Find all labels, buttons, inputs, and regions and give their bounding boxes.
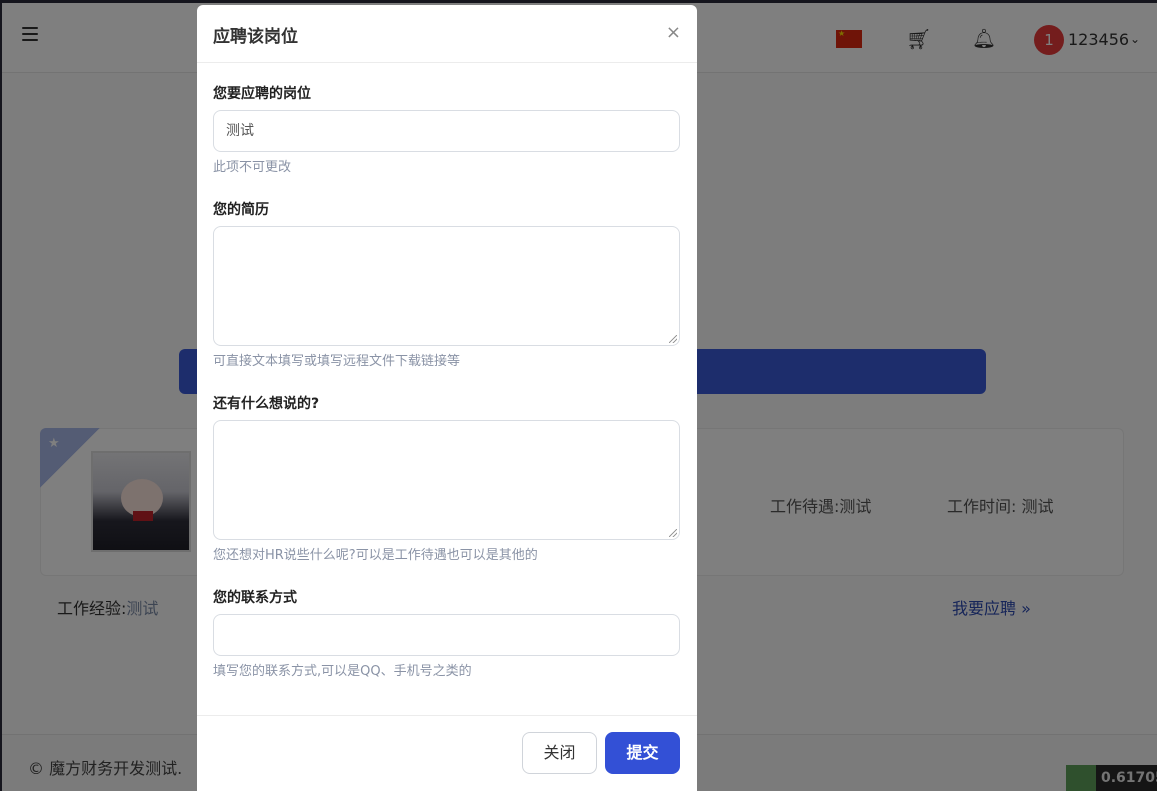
contact-help: 填写您的联系方式,可以是QQ、手机号之类的 bbox=[213, 664, 472, 679]
modal-footer: 关闭 提交 bbox=[197, 715, 697, 791]
close-icon[interactable]: × bbox=[666, 22, 681, 43]
resize-grip-icon[interactable] bbox=[669, 529, 677, 537]
resume-textarea[interactable] bbox=[213, 226, 680, 346]
position-label: 您要应聘的岗位 bbox=[213, 86, 311, 102]
submit-button[interactable]: 提交 bbox=[605, 732, 680, 774]
message-textarea[interactable] bbox=[213, 420, 680, 540]
message-help: 您还想对HR说些什么呢?可以是工作待遇也可以是其他的 bbox=[213, 548, 538, 563]
position-input[interactable]: 测试 bbox=[213, 110, 680, 152]
apply-modal: 应聘该岗位 × 您要应聘的岗位 测试 此项不可更改 您的简历 可直接文本填写或填… bbox=[197, 5, 697, 791]
position-help: 此项不可更改 bbox=[213, 160, 292, 175]
resume-help: 可直接文本填写或填写远程文件下载链接等 bbox=[213, 354, 461, 369]
modal-title: 应聘该岗位 bbox=[213, 27, 298, 47]
message-label: 还有什么想说的? bbox=[213, 396, 320, 412]
contact-input[interactable] bbox=[213, 614, 680, 656]
resume-label: 您的简历 bbox=[213, 202, 269, 218]
close-button[interactable]: 关闭 bbox=[522, 732, 597, 774]
modal-header: 应聘该岗位 × bbox=[197, 5, 697, 63]
contact-label: 您的联系方式 bbox=[213, 590, 297, 606]
resize-grip-icon[interactable] bbox=[669, 335, 677, 343]
